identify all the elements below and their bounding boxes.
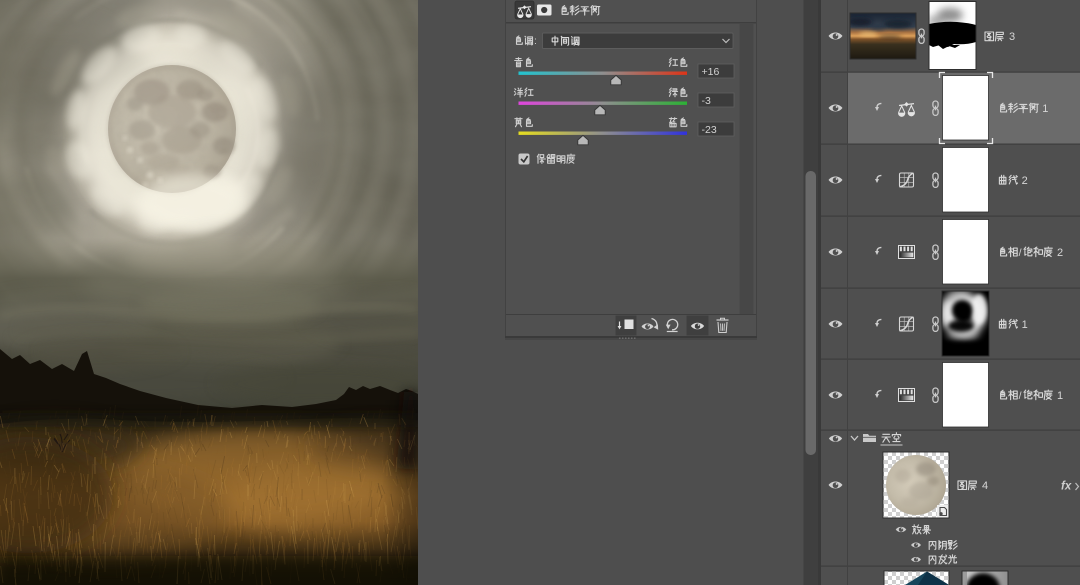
svg-text:2: 2 [1057,247,1063,259]
svg-text:2: 2 [1022,175,1028,187]
svg-text:fx: fx [1061,481,1072,493]
svg-text:1: 1 [1022,319,1028,331]
svg-text:+16: +16 [702,66,720,78]
svg-text:/: / [1019,390,1022,402]
svg-text:1: 1 [1042,103,1048,115]
svg-text:-3: -3 [702,95,711,107]
svg-text:4: 4 [982,480,988,492]
svg-text:3: 3 [1009,31,1015,43]
svg-text:-23: -23 [702,124,717,136]
svg-text:1: 1 [1057,390,1063,402]
svg-text:/: / [1019,247,1022,259]
svg-text::: : [534,35,537,47]
